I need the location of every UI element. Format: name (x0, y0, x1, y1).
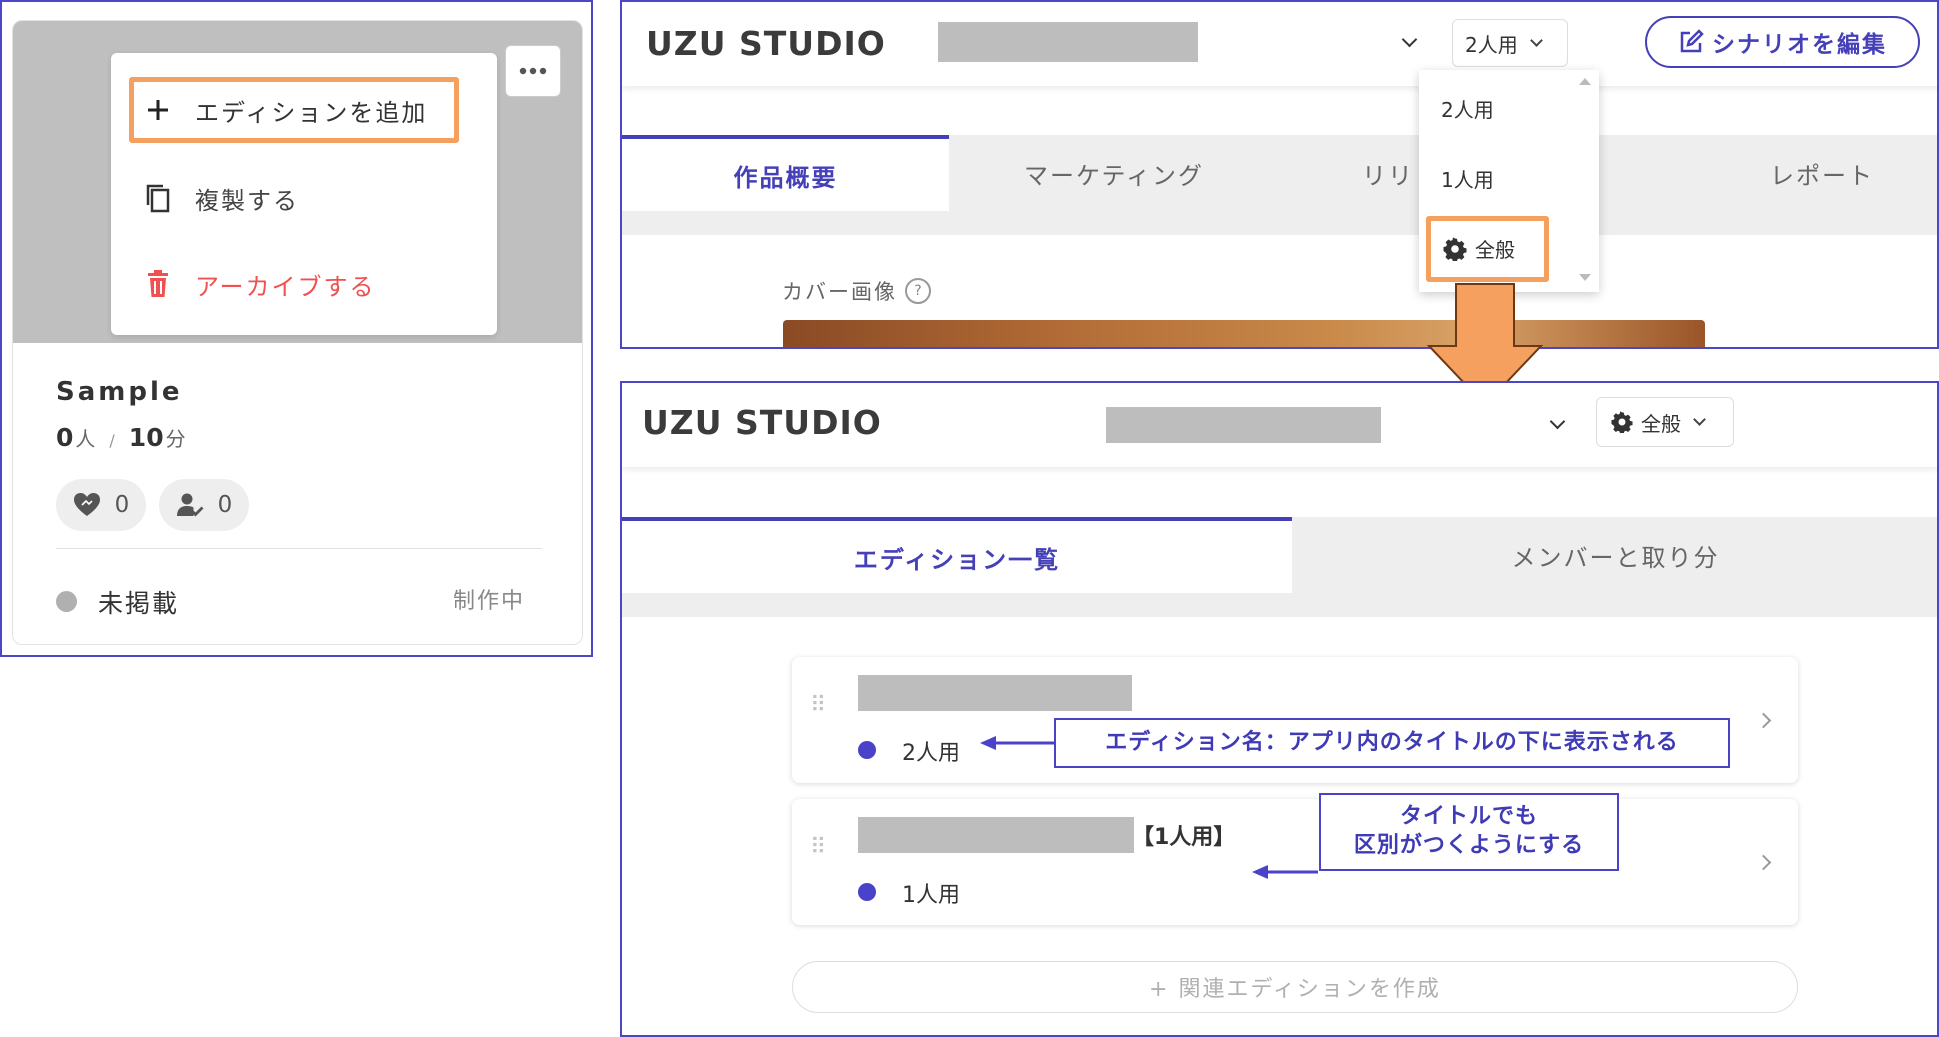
edit-icon (1680, 29, 1704, 53)
copy-icon (146, 184, 170, 213)
tab-overview-label: 作品概要 (733, 163, 838, 192)
players-value: 0 (56, 423, 74, 452)
tab-editions-label: エディション一覧 (853, 545, 1061, 574)
edition-chevron-down-icon-bottom (1693, 413, 1706, 426)
menu-archive[interactable]: アーカイブする (145, 259, 455, 309)
likes-count: 0 (114, 492, 130, 518)
dropdown-item-1p[interactable]: 1人用 (1441, 164, 1494, 193)
edition-chevron-down-icon (1529, 34, 1543, 47)
cover-image (783, 320, 1705, 347)
chevron-right-icon[interactable] (1755, 854, 1772, 871)
callout-arrow-icon (1252, 865, 1318, 879)
plays-count: 0 (217, 492, 233, 518)
gear-icon (1611, 411, 1633, 433)
studio-logo[interactable]: UZU STUDIO (646, 24, 886, 63)
studio-logo-bottom[interactable]: UZU STUDIO (642, 403, 882, 442)
edit-scenario-button[interactable]: シナリオを編集 (1645, 16, 1920, 68)
tab-overview[interactable]: 作品概要 (622, 135, 949, 211)
project-card[interactable]: エディションを追加 複製する アーカイブする Sample 0 人 / 10 分… (12, 20, 583, 645)
callout-arrow-icon (980, 736, 1056, 750)
cover-label-text: カバー画像 (782, 280, 897, 304)
callout-title-distinction-line1: タイトルでも (1399, 804, 1538, 830)
scroll-down-arrow-icon[interactable] (1579, 274, 1591, 281)
callout-edition-name: エディション名：アプリ内のタイトルの下に表示される (1054, 718, 1730, 768)
drag-handle-icon[interactable]: ⠿ (810, 837, 829, 859)
callout-title-distinction-line2: 区別がつくようにする (1353, 833, 1585, 858)
project-chevron-down-icon[interactable] (1401, 31, 1418, 48)
studio-bottom-panel: UZU STUDIO 全般 エディション一覧 メンバーと取り分 ⠿ 2人用 ⠿ … (620, 381, 1939, 1037)
dropdown-item-general[interactable]: 全般 (1443, 234, 1515, 263)
trash-icon (148, 270, 168, 297)
menu-add-edition-label: エディションを追加 (195, 98, 428, 127)
dropdown-scrollbar[interactable] (1577, 76, 1593, 286)
card-panel: エディションを追加 複製する アーカイブする Sample 0 人 / 10 分… (0, 0, 593, 657)
create-related-edition-label: + 関連エディションを作成 (1149, 977, 1441, 1002)
edition-dropdown: 2人用 1人用 全般 (1419, 70, 1599, 292)
card-divider (56, 548, 542, 549)
user-check-icon (176, 493, 204, 517)
card-meta: 0 人 / 10 分 (56, 423, 186, 452)
status-dot (56, 591, 77, 612)
tab-marketing-label: マーケティング (1023, 161, 1205, 190)
cover-label: カバー画像 ? (782, 276, 931, 306)
edition-title-redacted (858, 675, 1132, 711)
create-related-edition-button[interactable]: + 関連エディションを作成 (792, 961, 1798, 1013)
edition-status-dot (858, 741, 876, 759)
menu-duplicate[interactable]: 複製する (145, 173, 455, 223)
tab-members-label: メンバーと取り分 (1511, 543, 1720, 572)
card-menu: エディションを追加 複製する アーカイブする (111, 53, 497, 335)
plus-icon (148, 100, 168, 120)
likes-pill: 0 (56, 479, 146, 531)
drag-handle-icon[interactable]: ⠿ (810, 695, 829, 717)
project-title-redacted-bottom (1106, 407, 1381, 443)
edition-select-bottom-value: 全般 (1641, 411, 1681, 436)
studio-top-panel: UZU STUDIO 2人用 シナリオを編集 作品概要 マーケティング リリ レ… (620, 0, 1939, 349)
studio-bottom-header: UZU STUDIO 全般 (622, 383, 1937, 467)
menu-archive-label: アーカイブする (195, 272, 376, 301)
dropdown-item-2p[interactable]: 2人用 (1441, 94, 1494, 123)
edition-name: 1人用 (902, 883, 960, 908)
progress-label: 制作中 (453, 589, 526, 614)
edition-select-value: 2人用 (1465, 32, 1518, 57)
callout-title-distinction: タイトルでも 区別がつくようにする (1319, 793, 1619, 871)
gear-icon (1443, 236, 1467, 261)
meta-separator: / (109, 431, 115, 450)
edition-title-suffix: 【1人用】 (1132, 825, 1236, 850)
edition-name: 2人用 (902, 741, 960, 766)
edition-title-redacted (858, 817, 1134, 853)
tab-report[interactable]: レポート (1722, 135, 1922, 211)
tab-marketing[interactable]: マーケティング (949, 135, 1279, 211)
project-title-redacted (938, 22, 1198, 62)
more-horizontal-icon (519, 67, 547, 75)
tab-editions[interactable]: エディション一覧 (622, 517, 1292, 593)
heart-icon (73, 493, 100, 516)
time-unit: 分 (165, 427, 186, 451)
studio-top-header: UZU STUDIO 2人用 シナリオを編集 (622, 2, 1937, 86)
edit-scenario-label: シナリオを編集 (1712, 32, 1887, 58)
menu-duplicate-label: 複製する (195, 186, 299, 215)
status-label: 未掲載 (98, 589, 180, 618)
project-chevron-down-icon-bottom[interactable] (1549, 413, 1566, 430)
dropdown-item-general-label: 全般 (1475, 238, 1515, 262)
edition-select[interactable]: 2人用 (1452, 19, 1568, 67)
tab-release-label: リリ (1362, 161, 1414, 190)
plays-pill: 0 (159, 479, 249, 531)
more-button[interactable] (505, 45, 561, 97)
card-title: Sample (56, 377, 183, 407)
edition-select-bottom[interactable]: 全般 (1596, 397, 1734, 447)
time-value: 10 (128, 423, 164, 452)
menu-add-edition[interactable]: エディションを追加 (145, 85, 455, 135)
tab-report-label: レポート (1770, 161, 1874, 190)
chevron-right-icon[interactable] (1755, 712, 1772, 729)
scroll-up-arrow-icon[interactable] (1579, 78, 1591, 85)
tab-members[interactable]: メンバーと取り分 (1292, 517, 1937, 593)
edition-status-dot (858, 883, 876, 901)
players-unit: 人 (75, 427, 96, 451)
help-icon[interactable]: ? (905, 278, 931, 304)
